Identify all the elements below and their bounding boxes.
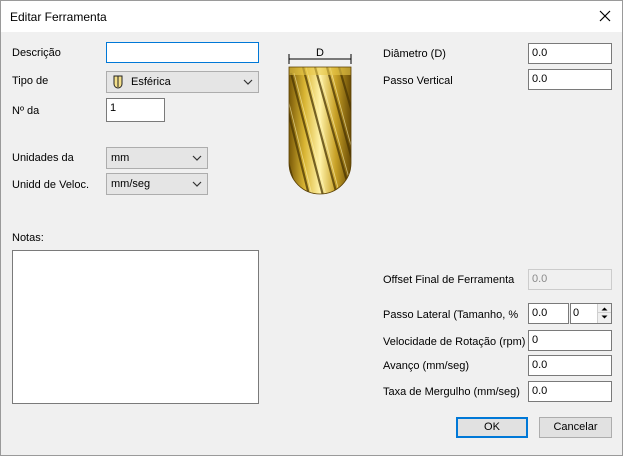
close-button[interactable] — [588, 1, 622, 32]
arrow-up-icon — [601, 307, 608, 311]
speed-units-value: mm/seg — [111, 178, 151, 190]
rotation-speed-label: Velocidade de Rotação (rpm) — [383, 336, 526, 348]
step-down-button[interactable] — [598, 313, 611, 322]
cancel-button[interactable]: Cancelar — [539, 417, 612, 438]
feed-rate-input[interactable]: 0.0 — [528, 355, 612, 376]
tool-offset-label: Offset Final de Ferramenta — [383, 274, 515, 286]
tool-type-value: Esférica — [131, 76, 171, 88]
units-label: Unidades da — [12, 152, 74, 164]
tool-type-select[interactable]: Esférica — [106, 71, 259, 93]
chevron-down-icon — [192, 155, 202, 161]
tool-type-label: Tipo de — [12, 75, 49, 87]
diameter-label: Diâmetro (D) — [383, 48, 446, 60]
notes-textarea[interactable] — [12, 250, 259, 404]
diameter-marker-label: D — [316, 47, 324, 59]
feed-rate-label: Avanço (mm/seg) — [383, 360, 469, 372]
plunge-rate-input[interactable]: 0.0 — [528, 381, 612, 402]
plunge-rate-label: Taxa de Mergulho (mm/seg) — [383, 386, 520, 398]
step-up-button[interactable] — [598, 304, 611, 313]
rotation-speed-input[interactable]: 0 — [528, 330, 612, 351]
title-bar: Editar Ferramenta — [1, 1, 622, 32]
lateral-step-label: Passo Lateral (Tamanho, % — [383, 309, 519, 321]
window-title: Editar Ferramenta — [10, 10, 107, 24]
diameter-input[interactable]: 0.0 — [528, 43, 612, 64]
lateral-step-size-input[interactable]: 0.0 — [528, 303, 569, 324]
speed-units-select[interactable]: mm/seg — [106, 173, 208, 195]
notes-label: Notas: — [12, 232, 44, 244]
speed-units-label: Unidd de Veloc. — [12, 179, 90, 191]
tool-diagram: D — [288, 47, 352, 195]
vertical-step-input[interactable]: 0.0 — [528, 69, 612, 90]
chevron-down-icon — [243, 79, 253, 85]
tool-number-input[interactable]: 1 — [106, 98, 165, 122]
chevron-down-icon — [192, 181, 202, 187]
units-select[interactable]: mm — [106, 147, 208, 169]
edit-tool-dialog: Editar Ferramenta Descrição Tipo de Esfé… — [0, 0, 623, 456]
tool-number-label: Nº da — [12, 105, 40, 117]
lateral-step-percent-value: 0 — [573, 307, 580, 319]
ball-end-tool-icon — [113, 75, 123, 89]
description-label: Descrição — [12, 47, 61, 59]
description-input[interactable] — [106, 42, 259, 63]
close-icon — [599, 10, 611, 22]
ok-button[interactable]: OK — [456, 417, 528, 438]
units-value: mm — [111, 152, 130, 164]
arrow-down-icon — [601, 315, 608, 319]
tool-offset-input: 0.0 — [528, 269, 612, 290]
vertical-step-label: Passo Vertical — [383, 75, 453, 87]
lateral-step-percent-stepper[interactable]: 0 — [570, 303, 612, 324]
